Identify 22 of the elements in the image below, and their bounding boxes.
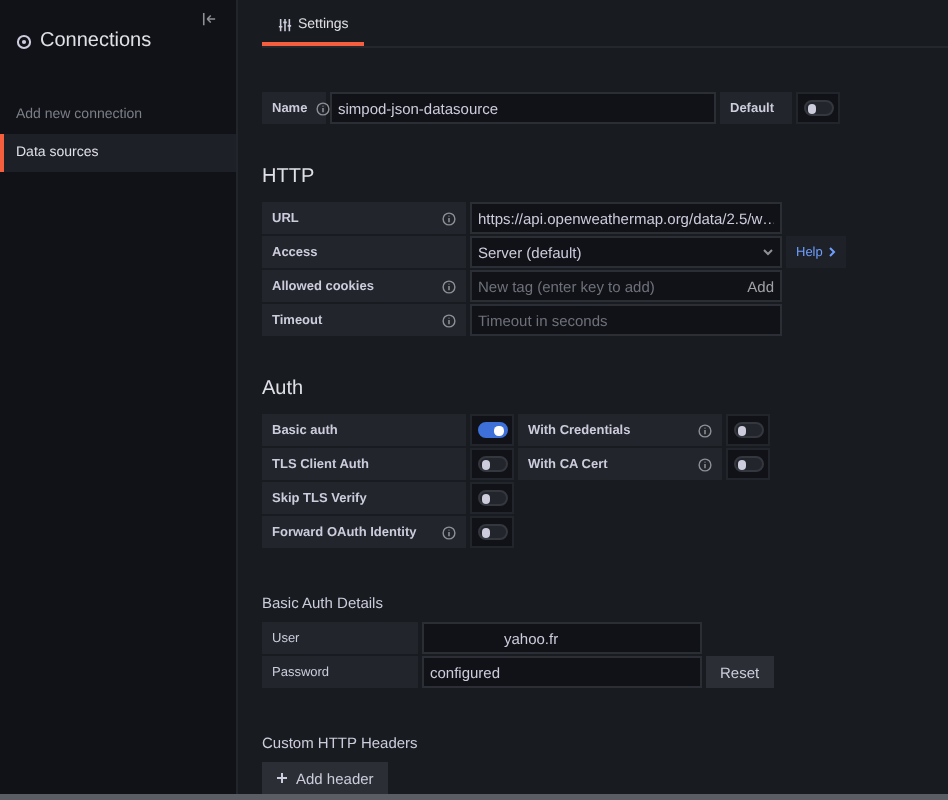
plus-icon	[276, 772, 288, 784]
toggle-switch[interactable]	[733, 422, 763, 438]
chevron-right-icon	[828, 246, 837, 258]
info-icon	[315, 101, 330, 115]
info-icon	[442, 279, 456, 293]
section-heading: HTTP	[262, 166, 317, 188]
toggle-switch[interactable]	[803, 100, 833, 116]
sidebar-title: Connections	[40, 30, 152, 52]
toggle-switch[interactable]	[477, 524, 507, 540]
info-icon	[442, 313, 456, 327]
section-heading: Auth	[262, 378, 306, 400]
toggle-switch[interactable]	[733, 456, 763, 472]
toggle-switch[interactable]	[477, 456, 507, 472]
info-icon	[442, 211, 456, 225]
info-icon	[698, 423, 712, 437]
info-icon	[442, 525, 456, 539]
info-icon	[698, 457, 712, 471]
sliders-icon	[278, 18, 292, 32]
toggle-switch[interactable]	[477, 490, 507, 506]
toggle-switch[interactable]	[477, 422, 507, 438]
caret-icon	[762, 248, 774, 256]
collapse-sidebar-icon[interactable]	[202, 12, 216, 26]
